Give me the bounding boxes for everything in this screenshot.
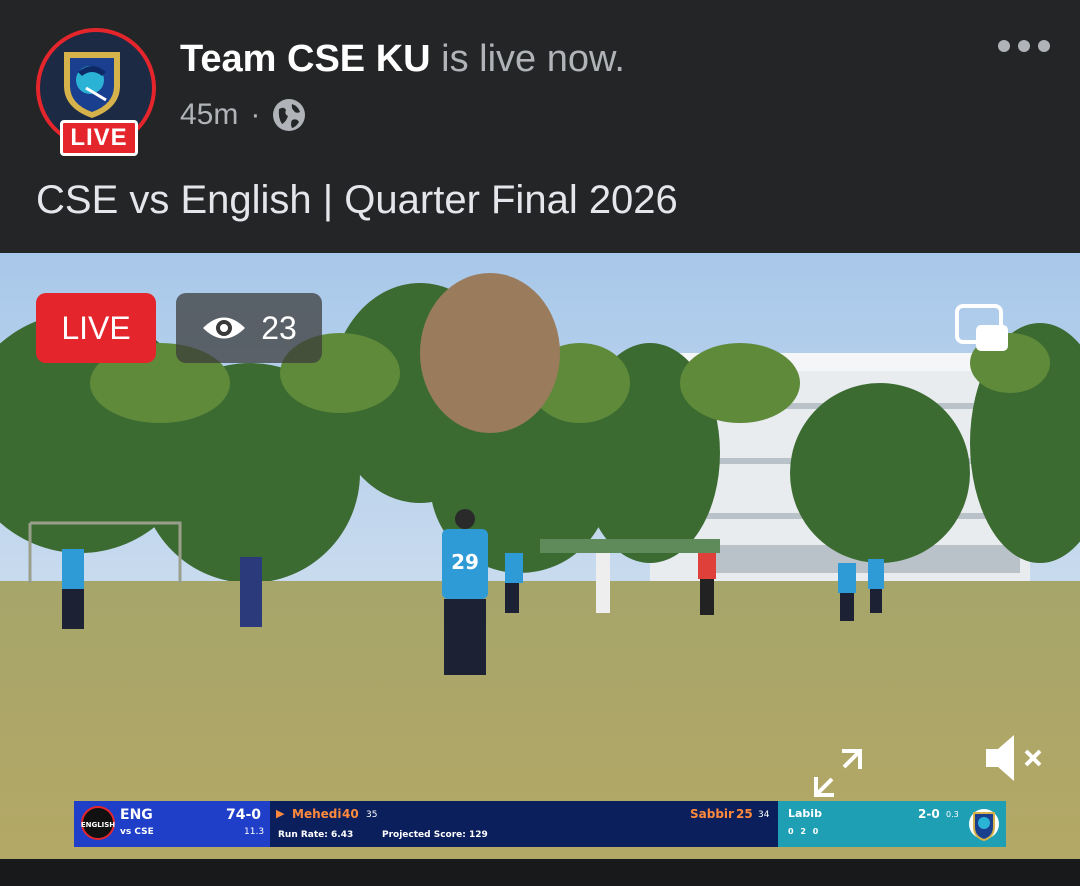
viewer-count: 23 bbox=[261, 309, 297, 346]
bowler-figures: 2-0 bbox=[918, 807, 940, 821]
team-score: 74-0 bbox=[226, 807, 262, 823]
score-team-panel: ENGLISH ENG vs CSE 74-0 11.3 bbox=[74, 801, 270, 847]
globe-icon bbox=[273, 99, 306, 131]
team-logo-small-icon bbox=[969, 809, 999, 842]
batter2-balls: 34 bbox=[758, 810, 770, 820]
page-name-link[interactable]: Team CSE KU bbox=[180, 38, 431, 80]
projected-score: Projected Score: 129 bbox=[382, 830, 488, 840]
team-badge-icon: ENGLISH bbox=[81, 806, 115, 840]
post-footer-bar bbox=[0, 859, 1080, 886]
live-video-player[interactable]: 29 LIVE 23 ENGLISH ENG vs CSE 74-0 11.3 … bbox=[0, 253, 1080, 859]
post-caption: CSE vs English | Quarter Final 2026 bbox=[36, 178, 678, 222]
post-title: Team CSE KU is live now. bbox=[180, 38, 625, 81]
post-header: LIVE Team CSE KU is live now. 45m · CSE … bbox=[0, 0, 1080, 252]
volume-muted-icon[interactable] bbox=[982, 731, 1046, 785]
viewer-count-badge: 23 bbox=[176, 293, 322, 363]
over-balls: 0 2 0 bbox=[788, 827, 821, 836]
jersey-number: 29 bbox=[451, 550, 479, 574]
page-avatar[interactable]: LIVE bbox=[36, 28, 156, 156]
score-batters-panel: ▶ Mehedi 40 35 Sabbir 25 34 Run Rate: 6.… bbox=[270, 801, 778, 847]
avatar-live-badge: LIVE bbox=[60, 120, 138, 156]
fielder-29: 29 bbox=[442, 509, 488, 675]
post-time[interactable]: 45m bbox=[180, 98, 238, 132]
meta-separator: · bbox=[250, 98, 261, 131]
run-rate: Run Rate: 6.43 bbox=[278, 830, 354, 840]
expand-icon[interactable] bbox=[812, 747, 864, 799]
opponent-label: vs CSE bbox=[120, 827, 154, 837]
batter1-name: Mehedi bbox=[292, 807, 342, 821]
eye-icon bbox=[203, 317, 246, 339]
batter1-balls: 35 bbox=[366, 810, 378, 820]
batter1-runs: 40 bbox=[342, 807, 359, 821]
team-abbrev: ENG bbox=[120, 807, 153, 823]
batter2-runs: 25 bbox=[736, 807, 753, 821]
overs: 11.3 bbox=[244, 827, 265, 837]
scoreboard: ENGLISH ENG vs CSE 74-0 11.3 ▶ Mehedi 40… bbox=[74, 801, 1006, 847]
post-meta: 45m · bbox=[180, 98, 306, 132]
score-bowler-panel: Labib 2-0 0.3 0 2 0 bbox=[778, 801, 1006, 847]
bowler-overs: 0.3 bbox=[946, 810, 959, 819]
cricket-field-scene: 29 bbox=[0, 253, 1080, 859]
batter2-name: Sabbir bbox=[690, 807, 734, 821]
striker-indicator: ▶ bbox=[276, 807, 285, 820]
team-badge-text: ENGLISH bbox=[81, 821, 115, 829]
picture-in-picture-icon[interactable] bbox=[954, 303, 1010, 353]
team-logo-icon bbox=[64, 52, 120, 118]
more-options-icon[interactable] bbox=[998, 40, 1050, 52]
live-indicator: LIVE bbox=[36, 293, 156, 363]
live-status-text: is live now. bbox=[441, 38, 625, 80]
bowler-name: Labib bbox=[788, 807, 822, 820]
